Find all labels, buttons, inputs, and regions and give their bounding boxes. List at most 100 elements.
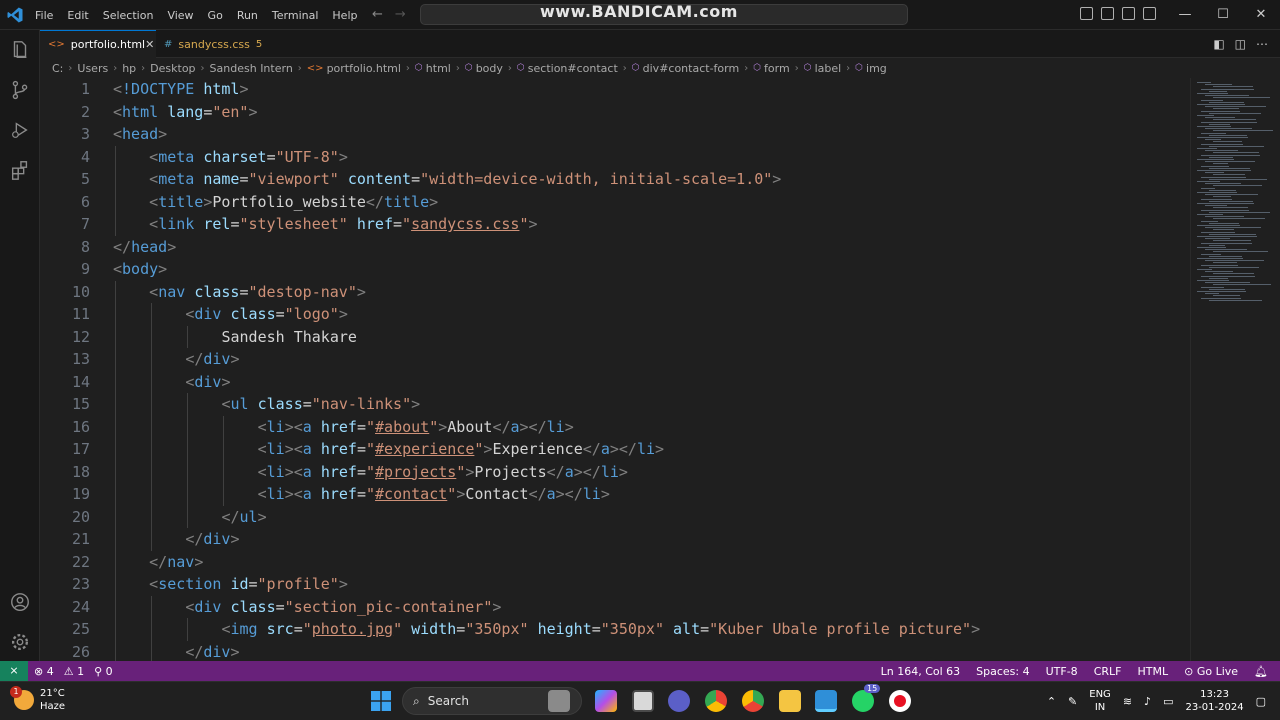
breadcrumb-item[interactable]: ⬡ section#contact xyxy=(517,62,618,75)
code-line[interactable]: 9 <body> xyxy=(40,258,1190,280)
teams-chat-icon[interactable] xyxy=(668,690,690,712)
breadcrumb-item[interactable]: ⬡ html xyxy=(415,62,451,75)
battery-icon[interactable]: ▭ xyxy=(1163,695,1173,708)
breadcrumb-item[interactable]: ⬡ body xyxy=(465,62,503,75)
code-line[interactable]: 26 </div> xyxy=(40,641,1190,662)
code-line[interactable]: 3 <head> xyxy=(40,123,1190,145)
code-line[interactable]: 10 <nav class="destop-nav"> xyxy=(40,281,1190,303)
close-tab-icon[interactable]: ✕ xyxy=(145,38,154,51)
code-line[interactable]: 8 </head> xyxy=(40,236,1190,258)
windows-start-icon[interactable] xyxy=(371,691,391,711)
language-mode[interactable]: HTML xyxy=(1137,665,1168,678)
code-line[interactable]: 21 </div> xyxy=(40,528,1190,550)
code-line[interactable]: 11 <div class="logo"> xyxy=(40,303,1190,325)
settings-gear-icon[interactable] xyxy=(9,631,31,653)
breadcrumb-item[interactable]: ⬡ div#contact-form xyxy=(632,62,739,75)
back-arrow-icon[interactable]: ← xyxy=(372,7,383,22)
encoding[interactable]: UTF-8 xyxy=(1046,665,1078,678)
volume-icon[interactable]: ♪ xyxy=(1144,695,1151,708)
go-live-button[interactable]: ⊙ Go Live xyxy=(1184,665,1238,678)
toggle-sidebar-icon[interactable] xyxy=(1080,7,1093,20)
breadcrumb-item[interactable]: Users xyxy=(77,62,108,75)
tab-sandycss-css[interactable]: # sandycss.css 5 xyxy=(156,30,306,58)
problems-errors[interactable]: ⊗ 4 xyxy=(34,665,54,678)
code-line[interactable]: 20 </ul> xyxy=(40,506,1190,528)
code-line[interactable]: 12 Sandesh Thakare xyxy=(40,326,1190,348)
indentation[interactable]: Spaces: 4 xyxy=(976,665,1029,678)
menu-item-selection[interactable]: Selection xyxy=(96,9,161,22)
code-line[interactable]: 17 <li><a href="#experience">Experience</… xyxy=(40,438,1190,460)
problems-warnings[interactable]: ⚠ 1 xyxy=(64,665,84,678)
notification-center-icon[interactable]: ▢ xyxy=(1256,695,1266,708)
menu-item-view[interactable]: View xyxy=(160,9,200,22)
code-line[interactable]: 2 <html lang="en"> xyxy=(40,101,1190,123)
code-line[interactable]: 1 <!DOCTYPE html> xyxy=(40,78,1190,100)
code-line[interactable]: 23 <section id="profile"> xyxy=(40,573,1190,595)
tab-portfolio-html[interactable]: <> portfolio.html ✕ xyxy=(40,30,156,58)
code-line[interactable]: 4 <meta charset="UTF-8"> xyxy=(40,146,1190,168)
record-icon[interactable] xyxy=(889,690,911,712)
code-line[interactable]: 15 <ul class="nav-links"> xyxy=(40,393,1190,415)
extensions-icon[interactable] xyxy=(9,159,31,181)
split-editor-icon[interactable]: ◫ xyxy=(1235,37,1246,51)
code-line[interactable]: 18 <li><a href="#projects">Projects</a></… xyxy=(40,461,1190,483)
customize-layout-icon[interactable] xyxy=(1143,7,1156,20)
tray-overflow-icon[interactable]: ⌃ xyxy=(1047,695,1056,708)
code-editor[interactable]: 1 <!DOCTYPE html> 2 <html lang="en"> 3 <head>… xyxy=(40,78,1190,661)
whatsapp-icon[interactable]: 15 xyxy=(852,684,881,712)
breadcrumb-item[interactable]: C: xyxy=(52,62,63,75)
chrome-profile-icon[interactable] xyxy=(742,690,764,712)
code-line[interactable]: 7 <link rel="stylesheet" href="sandycss.c… xyxy=(40,213,1190,235)
open-preview-icon[interactable]: ◧ xyxy=(1213,37,1224,51)
breadcrumb-item[interactable]: hp xyxy=(122,62,136,75)
menu-item-run[interactable]: Run xyxy=(230,9,265,22)
input-language[interactable]: ENG IN xyxy=(1089,688,1111,714)
code-line[interactable]: 19 <li><a href="#contact">Contact</a></li… xyxy=(40,483,1190,505)
menu-item-help[interactable]: Help xyxy=(325,9,364,22)
toggle-secondary-sidebar-icon[interactable] xyxy=(1122,7,1135,20)
clock[interactable]: 13:23 23-01-2024 xyxy=(1185,688,1243,714)
vscode-taskbar-icon[interactable] xyxy=(815,690,837,712)
code-line[interactable]: 6 <title>Portfolio_website</title> xyxy=(40,191,1190,213)
breadcrumb-item[interactable]: ⬡ label xyxy=(804,62,841,75)
breadcrumb-item[interactable]: ⬡ img xyxy=(855,62,887,75)
breadcrumb-item[interactable]: Sandesh Intern xyxy=(210,62,293,75)
source-control-icon[interactable] xyxy=(9,79,31,101)
pen-icon[interactable]: ✎ xyxy=(1068,695,1077,708)
copilot-icon[interactable] xyxy=(595,690,617,712)
minimap[interactable] xyxy=(1190,78,1280,661)
wifi-icon[interactable]: ≋ xyxy=(1123,695,1132,708)
run-debug-icon[interactable] xyxy=(9,119,31,141)
more-actions-icon[interactable]: ⋯ xyxy=(1256,37,1268,51)
toggle-panel-icon[interactable] xyxy=(1101,7,1114,20)
notifications-bell-icon[interactable]: 🔔︎ xyxy=(1254,665,1268,678)
code-line[interactable]: 22 </nav> xyxy=(40,551,1190,573)
line-ending[interactable]: CRLF xyxy=(1094,665,1122,678)
ports-indicator[interactable]: ⚲ 0 xyxy=(94,665,113,678)
menu-item-edit[interactable]: Edit xyxy=(60,9,95,22)
menu-item-go[interactable]: Go xyxy=(201,9,230,22)
maximize-button[interactable]: ☐ xyxy=(1204,0,1242,30)
close-window-button[interactable]: ✕ xyxy=(1242,0,1280,30)
cursor-position[interactable]: Ln 164, Col 63 xyxy=(881,665,961,678)
breadcrumb-item[interactable]: ⬡ form xyxy=(753,62,790,75)
breadcrumb-item[interactable]: <> portfolio.html xyxy=(307,62,401,75)
zebra-image-icon[interactable] xyxy=(548,690,570,712)
code-line[interactable]: 13 </div> xyxy=(40,348,1190,370)
code-line[interactable]: 25 <img src="photo.jpg" width="350px" hei… xyxy=(40,618,1190,640)
menu-item-terminal[interactable]: Terminal xyxy=(265,9,326,22)
accounts-icon[interactable] xyxy=(9,591,31,613)
code-line[interactable]: 24 <div class="section_pic-container"> xyxy=(40,596,1190,618)
code-line[interactable]: 16 <li><a href="#about">About</a></li> xyxy=(40,416,1190,438)
code-line[interactable]: 14 <div> xyxy=(40,371,1190,393)
code-line[interactable]: 5 <meta name="viewport" content="width=de… xyxy=(40,168,1190,190)
file-explorer-icon[interactable] xyxy=(779,690,801,712)
task-view-icon[interactable] xyxy=(632,690,654,712)
breadcrumb-item[interactable]: Desktop xyxy=(150,62,195,75)
forward-arrow-icon[interactable]: → xyxy=(395,7,406,22)
weather-widget[interactable]: 1 21°C Haze xyxy=(10,686,65,713)
minimize-button[interactable]: — xyxy=(1166,0,1204,30)
menu-item-file[interactable]: File xyxy=(28,9,60,22)
chrome-icon[interactable] xyxy=(705,690,727,712)
remote-indicator[interactable]: ⨯ xyxy=(0,661,28,681)
